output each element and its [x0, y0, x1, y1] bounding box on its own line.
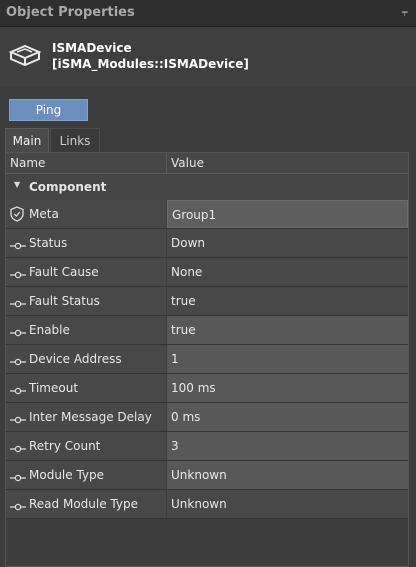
property-value: Unknown — [171, 468, 227, 482]
section-component[interactable]: ▼ Component — [6, 174, 408, 200]
property-value-cell[interactable]: Unknown — [167, 461, 408, 489]
property-value: None — [171, 265, 203, 279]
slot-icon — [10, 268, 26, 282]
property-row[interactable]: Retry Count 3 — [6, 432, 408, 461]
property-name: Inter Message Delay — [29, 410, 152, 424]
property-row[interactable]: Meta Group1 — [6, 200, 408, 229]
property-value-cell[interactable]: None — [167, 258, 408, 286]
property-row[interactable]: Timeout 100 ms — [6, 374, 408, 403]
property-value-cell[interactable]: Unknown — [167, 490, 408, 518]
property-name: Enable — [29, 323, 70, 337]
property-name: Retry Count — [29, 439, 101, 453]
slot-icon — [10, 239, 26, 253]
slot-icon — [10, 471, 26, 485]
column-header-name[interactable]: Name — [10, 156, 45, 170]
property-value: 100 ms — [171, 381, 216, 395]
object-type: [iSMA_Modules::ISMADevice] — [52, 57, 249, 71]
object-header: ISMADevice [iSMA_Modules::ISMADevice] — [0, 27, 416, 87]
property-name-cell: Module Type — [6, 461, 166, 489]
tab-main[interactable]: Main — [5, 128, 49, 152]
property-name-cell: Device Address — [6, 345, 166, 373]
property-name-cell: Status — [6, 229, 166, 257]
slot-icon — [10, 355, 26, 369]
property-value-cell[interactable]: 3 — [167, 432, 408, 460]
column-divider[interactable] — [166, 153, 167, 173]
property-name: Module Type — [29, 468, 105, 482]
property-value: Unknown — [171, 497, 227, 511]
property-name: Meta — [29, 207, 59, 221]
property-name-cell: Inter Message Delay — [6, 403, 166, 431]
slot-icon — [10, 384, 26, 398]
property-name: Read Module Type — [29, 497, 138, 511]
property-row[interactable]: Fault Cause None — [6, 258, 408, 287]
property-name-cell: Meta — [6, 200, 166, 228]
property-row[interactable]: Status Down — [6, 229, 408, 258]
slot-icon — [10, 442, 26, 456]
property-row[interactable]: Fault Status true — [6, 287, 408, 316]
property-name: Device Address — [29, 352, 122, 366]
property-name-cell: Enable — [6, 316, 166, 344]
slot-icon — [10, 326, 26, 340]
property-name-cell: Fault Cause — [6, 258, 166, 286]
property-name: Timeout — [29, 381, 79, 395]
property-row[interactable]: Enable true — [6, 316, 408, 345]
panel-title: Object Properties — [6, 5, 135, 20]
property-name: Fault Status — [29, 294, 100, 308]
property-row[interactable]: Read Module Type Unknown — [6, 490, 408, 519]
property-value-cell[interactable]: true — [167, 316, 408, 344]
property-name-cell: Timeout — [6, 374, 166, 402]
device-icon — [8, 43, 42, 73]
property-value-cell[interactable]: 1 — [167, 345, 408, 373]
property-value: 3 — [171, 439, 179, 453]
tab-links[interactable]: Links — [50, 128, 100, 152]
property-name: Fault Cause — [29, 265, 99, 279]
property-value: 1 — [171, 352, 179, 366]
pin-icon[interactable]: ⫧ — [402, 6, 408, 20]
column-header-value[interactable]: Value — [171, 156, 204, 170]
property-row[interactable]: Device Address 1 — [6, 345, 408, 374]
property-value-cell[interactable]: Group1 — [167, 200, 408, 228]
slot-icon — [10, 297, 26, 311]
property-row[interactable]: Inter Message Delay 0 ms — [6, 403, 408, 432]
shield-icon — [10, 206, 24, 225]
property-value-cell[interactable]: 0 ms — [167, 403, 408, 431]
property-value: 0 ms — [171, 410, 201, 424]
slot-icon — [10, 413, 26, 427]
property-value: Group1 — [172, 208, 217, 222]
collapse-arrow-icon[interactable]: ▼ — [14, 180, 20, 189]
property-value-cell[interactable]: Down — [167, 229, 408, 257]
property-name-cell: Fault Status — [6, 287, 166, 315]
property-value-cell[interactable]: true — [167, 287, 408, 315]
property-value-cell[interactable]: 100 ms — [167, 374, 408, 402]
property-name-cell: Retry Count — [6, 432, 166, 460]
property-value: Down — [171, 236, 206, 250]
property-grid: Name Value ▼ Component Meta Group1 Status D… — [5, 152, 409, 567]
object-name: ISMADevice — [52, 41, 132, 55]
property-name: Status — [29, 236, 68, 250]
property-name-cell: Read Module Type — [6, 490, 166, 518]
ping-button[interactable]: Ping — [9, 99, 88, 121]
property-value: true — [171, 323, 196, 337]
grid-header: Name Value — [6, 153, 408, 174]
slot-icon — [10, 500, 26, 514]
section-label: Component — [29, 180, 107, 194]
property-value: true — [171, 294, 196, 308]
panel-titlebar: Object Properties ⫧ — [0, 0, 416, 27]
property-row[interactable]: Module Type Unknown — [6, 461, 408, 490]
